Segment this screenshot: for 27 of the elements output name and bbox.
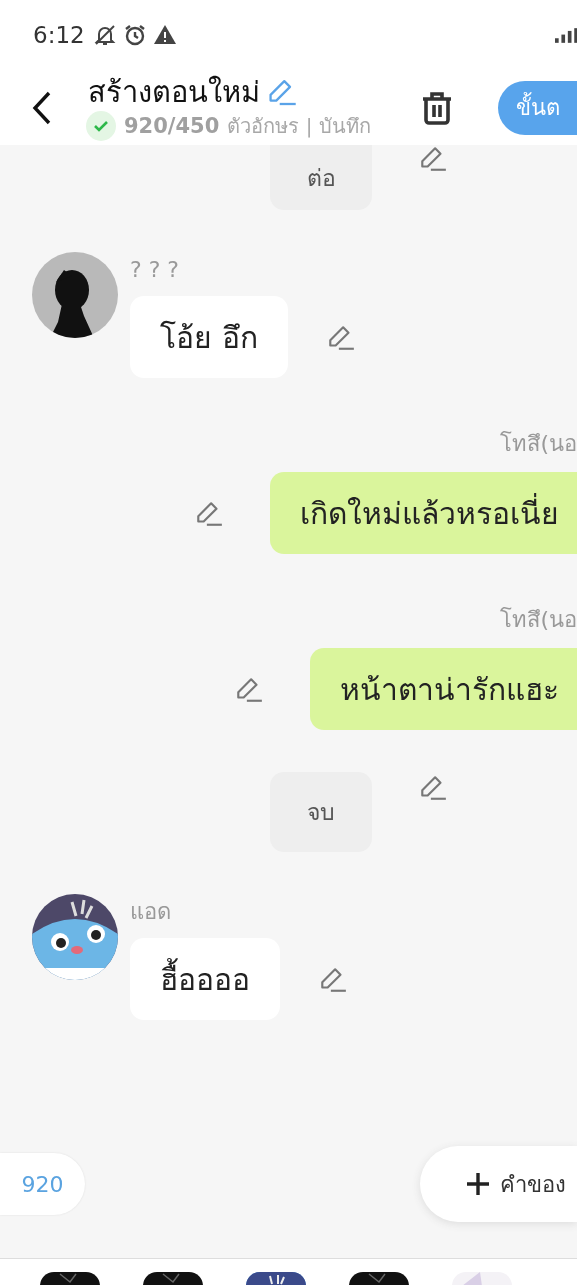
narration-bubble: ต่อ xyxy=(270,145,372,210)
word-count-pill: 920 xyxy=(0,1153,85,1215)
speaker-name: โทสึ(นอ xyxy=(500,606,577,634)
speaker-name: ? ? ? xyxy=(130,256,181,284)
message-bubble: โอ้ย อึก xyxy=(130,296,288,378)
add-dialogue-button[interactable]: คำของ xyxy=(420,1146,577,1222)
message-bubble: เกิดใหม่แล้วหรอเนี่ย xyxy=(270,472,577,554)
message-bubble: หน้าตาน่ารักแฮะ xyxy=(310,648,577,730)
plus-icon xyxy=(466,1172,490,1196)
speaker-name: โทสึ(นอ xyxy=(500,430,577,458)
edit-icon[interactable] xyxy=(318,965,348,993)
bell-off-icon xyxy=(92,23,117,47)
edit-icon[interactable] xyxy=(418,145,448,172)
trash-icon[interactable] xyxy=(420,90,454,125)
clock-time: 6:12 xyxy=(33,22,85,48)
back-icon[interactable] xyxy=(32,90,52,125)
edit-icon[interactable] xyxy=(234,675,264,703)
speaker-name: แอด xyxy=(130,898,172,926)
save-status: ตัวอักษร | บันทึก xyxy=(227,112,371,140)
narration-bubble: จบ xyxy=(270,772,372,852)
signal-icon xyxy=(555,27,577,43)
edit-icon[interactable] xyxy=(194,499,224,527)
page-title: สร้างตอนใหม่ xyxy=(88,73,260,111)
edit-icon[interactable] xyxy=(418,774,448,801)
warning-icon xyxy=(152,23,177,47)
message-bubble: ฮื้ออออ xyxy=(130,938,280,1020)
character-count: 920/450 xyxy=(124,113,220,138)
